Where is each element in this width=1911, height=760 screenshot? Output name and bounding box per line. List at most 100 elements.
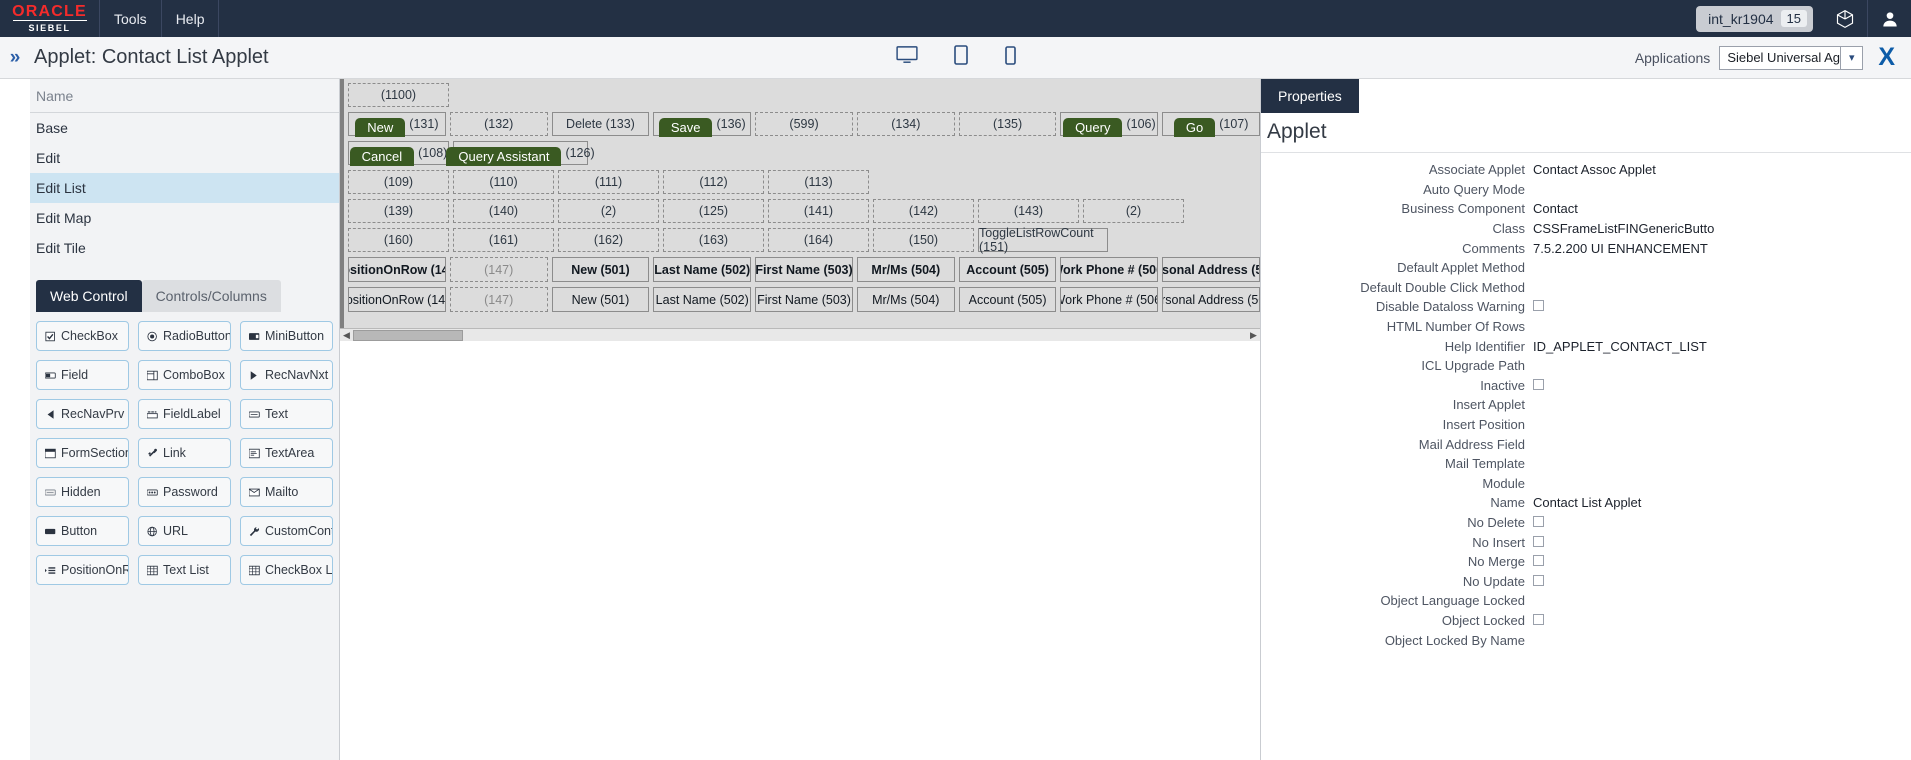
applet-mode-edit-list[interactable]: Edit List xyxy=(30,173,339,203)
palette-textarea-button[interactable]: TextArea xyxy=(240,438,333,468)
list-data-cell[interactable]: Last Name (502) xyxy=(653,287,752,312)
list-data-cell[interactable]: Work Phone # (506) xyxy=(1060,287,1159,312)
list-data-cell[interactable]: First Name (503) xyxy=(755,287,853,312)
property-value[interactable] xyxy=(1533,515,1544,530)
canvas-cell[interactable]: (2) xyxy=(1083,199,1184,223)
palette-recnavprv-button[interactable]: RecNavPrv xyxy=(36,399,129,429)
applications-select[interactable]: Siebel Universal Agent ▾ xyxy=(1719,45,1864,70)
palette-formsection-button[interactable]: FormSection xyxy=(36,438,129,468)
tab-web-control[interactable]: Web Control xyxy=(36,280,142,312)
list-data-cell[interactable]: New (501) xyxy=(551,287,650,312)
canvas-cell[interactable]: (164) xyxy=(768,228,869,252)
canvas-cell[interactable]: (134) xyxy=(856,112,955,136)
canvas-cell[interactable]: Delete (133) xyxy=(551,112,650,136)
canvas-button-cancel[interactable]: Cancel xyxy=(349,146,415,166)
canvas-button-query-assistant[interactable]: Query Assistant xyxy=(446,146,562,166)
applet-mode-edit-map[interactable]: Edit Map xyxy=(30,203,339,233)
canvas-cell[interactable]: Go (107) xyxy=(1162,112,1260,137)
palette-customcontrol-button[interactable]: CustomControl xyxy=(240,516,333,546)
tab-controls-columns[interactable]: Controls/Columns xyxy=(141,280,281,312)
canvas-cell[interactable]: Query (106) xyxy=(1060,112,1159,137)
palette-password-button[interactable]: Password xyxy=(138,477,231,507)
property-checkbox[interactable] xyxy=(1533,613,1544,625)
scrollbar-track[interactable] xyxy=(353,329,1247,342)
tablet-icon[interactable] xyxy=(954,45,968,70)
property-value[interactable] xyxy=(1533,535,1544,550)
chevron-down-icon[interactable]: ▾ xyxy=(1840,46,1862,69)
canvas-cell[interactable]: (111) xyxy=(558,170,659,194)
list-column-header[interactable]: Account (505) xyxy=(958,257,1057,282)
canvas-cell[interactable]: (161) xyxy=(453,228,554,252)
list-column-header[interactable]: Personal Address (507) xyxy=(1162,257,1260,282)
property-value[interactable] xyxy=(1533,613,1544,628)
applet-mode-edit[interactable]: Edit xyxy=(30,143,339,173)
tab-properties[interactable]: Properties xyxy=(1261,79,1359,113)
canvas-cell[interactable]: (142) xyxy=(873,199,974,223)
property-value[interactable]: CSSFrameListFINGenericButto xyxy=(1533,221,1714,236)
palette-url-button[interactable]: URL xyxy=(138,516,231,546)
list-data-cell[interactable]: Account (505) xyxy=(958,287,1057,312)
canvas-cell[interactable]: (140) xyxy=(453,199,554,223)
property-value[interactable]: 7.5.2.200 UI ENHANCEMENT xyxy=(1533,241,1708,256)
palette-fieldlabel-button[interactable]: FieldLabel xyxy=(138,399,231,429)
list-data-cell[interactable]: Personal Address (507) xyxy=(1162,287,1260,312)
canvas-cell[interactable]: Save (136) xyxy=(653,112,752,137)
palette-checkbox-list-button[interactable]: CheckBox List xyxy=(240,555,333,585)
applet-mode-base[interactable]: Base xyxy=(30,113,339,143)
canvas-cell[interactable]: Query Assistant (126) xyxy=(446,141,595,166)
user-avatar-icon[interactable] xyxy=(1867,0,1911,37)
mobile-icon[interactable] xyxy=(1004,45,1016,70)
property-checkbox[interactable] xyxy=(1533,300,1544,312)
property-checkbox[interactable] xyxy=(1533,555,1544,567)
canvas-cell[interactable]: (599) xyxy=(755,112,853,136)
canvas-cell[interactable]: (1100) xyxy=(348,83,449,107)
canvas-horizontal-scrollbar[interactable]: ◀ ▶ xyxy=(340,328,1260,341)
canvas-cell[interactable]: (163) xyxy=(663,228,764,252)
list-column-header[interactable]: First Name (503) xyxy=(755,257,853,282)
list-data-cell[interactable]: PositionOnRow (144) xyxy=(348,287,446,312)
canvas-cell[interactable]: (125) xyxy=(663,199,764,223)
palette-text-list-button[interactable]: Text List xyxy=(138,555,231,585)
canvas-cell[interactable]: (139) xyxy=(348,199,449,223)
menu-help[interactable]: Help xyxy=(162,0,220,37)
palette-mailto-button[interactable]: Mailto xyxy=(240,477,333,507)
palette-recnavnxt-button[interactable]: RecNavNxt xyxy=(240,360,333,390)
close-icon[interactable]: X xyxy=(1872,45,1901,70)
canvas-cell[interactable]: New (131) xyxy=(348,112,446,137)
canvas-button-query[interactable]: Query xyxy=(1063,117,1123,137)
list-column-header[interactable]: New (501) xyxy=(551,257,650,282)
palette-positiononrow-button[interactable]: PositionOnRow xyxy=(36,555,129,585)
list-column-header[interactable]: (147) xyxy=(449,257,548,282)
canvas-cell[interactable]: (150) xyxy=(873,228,974,252)
canvas-cell[interactable]: (162) xyxy=(558,228,659,252)
palette-minibutton-button[interactable]: MiniButton xyxy=(240,321,333,351)
canvas-cell[interactable]: (113) xyxy=(768,170,869,194)
property-value[interactable]: Contact xyxy=(1533,201,1578,216)
property-checkbox[interactable] xyxy=(1533,515,1544,527)
property-value[interactable] xyxy=(1533,574,1544,589)
property-value[interactable] xyxy=(1533,554,1544,569)
property-value[interactable]: Contact Assoc Applet xyxy=(1533,162,1656,177)
scroll-right-arrow[interactable]: ▶ xyxy=(1247,330,1260,340)
applet-mode-edit-tile[interactable]: Edit Tile xyxy=(30,233,339,263)
scrollbar-thumb[interactable] xyxy=(353,329,463,341)
canvas-cell[interactable]: (135) xyxy=(958,112,1057,136)
canvas-cell[interactable]: (132) xyxy=(449,112,548,136)
property-value[interactable]: ID_APPLET_CONTACT_LIST xyxy=(1533,339,1707,354)
palette-field-button[interactable]: Field xyxy=(36,360,129,390)
property-checkbox[interactable] xyxy=(1533,574,1544,586)
canvas-cell[interactable]: (141) xyxy=(768,199,869,223)
property-checkbox[interactable] xyxy=(1533,535,1544,547)
palette-checkbox-button[interactable]: CheckBox xyxy=(36,321,129,351)
double-chevron-right-icon[interactable]: » xyxy=(0,48,30,67)
list-data-cell[interactable]: (147) xyxy=(449,287,548,312)
palette-link-button[interactable]: Link xyxy=(138,438,231,468)
palette-button-button[interactable]: Button xyxy=(36,516,129,546)
property-checkbox[interactable] xyxy=(1533,378,1544,390)
canvas-cell[interactable]: (109) xyxy=(348,170,449,194)
desktop-icon[interactable] xyxy=(895,46,918,69)
applet-layout-canvas[interactable]: (1100) New (131) (132) Delete (133) Save (136)… xyxy=(340,79,1260,328)
canvas-cell[interactable]: ToggleListRowCount (151) xyxy=(978,226,1108,254)
palette-combobox-button[interactable]: ComboBox xyxy=(138,360,231,390)
canvas-cell[interactable]: (143) xyxy=(978,199,1079,223)
